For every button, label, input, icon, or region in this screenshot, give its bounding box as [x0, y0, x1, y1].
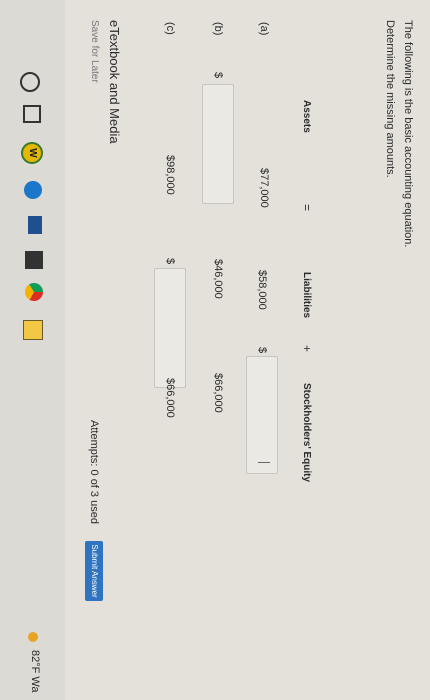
header-assets: Assets	[301, 100, 312, 133]
question-instruction: Determine the missing amounts.	[384, 20, 396, 178]
assets-c: $98,000	[164, 155, 176, 195]
search-circle-icon[interactable]	[20, 72, 40, 92]
se-a-input[interactable]	[246, 356, 278, 474]
chrome-icon[interactable]	[25, 283, 43, 301]
liabilities-c-dollar: $	[164, 258, 176, 265]
se-a-dollar: $	[256, 347, 268, 354]
row-label-b: (b)	[212, 22, 224, 36]
se-b: $66,000	[212, 373, 224, 413]
header-equals: =	[300, 204, 314, 212]
mail-icon[interactable]	[28, 216, 42, 234]
question-page: The following is the basic accounting eq…	[65, 0, 430, 700]
liabilities-b: $46,000	[212, 259, 224, 299]
header-liabilities: Liabilities	[301, 272, 312, 319]
row-label-a: (a)	[258, 22, 270, 36]
question-intro: The following is the basic accounting eq…	[402, 20, 414, 248]
w-app-icon[interactable]: W	[21, 142, 43, 164]
store-icon[interactable]	[25, 251, 43, 269]
submit-answer-button[interactable]: Submit Answer	[85, 541, 103, 601]
assets-b-dollar: $	[212, 72, 224, 79]
save-for-later-link[interactable]: Save for Later	[89, 20, 100, 83]
weather-icon[interactable]	[28, 632, 38, 642]
weather-text[interactable]: 82°F Wa	[29, 650, 41, 693]
header-plus: +	[300, 345, 314, 353]
screen: The following is the basic accounting eq…	[0, 0, 430, 700]
liabilities-c-input[interactable]	[154, 268, 186, 388]
se-c: $66,000	[164, 378, 176, 418]
taskbar: W 82°F Wa	[0, 0, 65, 700]
attempts-counter: Attempts: 0 of 3 used	[88, 420, 100, 524]
assets-a: $77,000	[258, 168, 270, 208]
file-explorer-icon[interactable]	[23, 320, 43, 340]
edge-browser-icon[interactable]	[24, 181, 42, 199]
row-label-c: (c)	[164, 22, 176, 35]
liabilities-a: $58,000	[256, 270, 268, 310]
assets-b-input[interactable]	[202, 84, 234, 204]
task-view-icon[interactable]	[23, 105, 41, 123]
etextbook-link[interactable]: eTextbook and Media	[107, 20, 122, 144]
text-cursor	[258, 462, 270, 463]
header-stockholders-equity: Stockholders' Equity	[301, 383, 312, 483]
